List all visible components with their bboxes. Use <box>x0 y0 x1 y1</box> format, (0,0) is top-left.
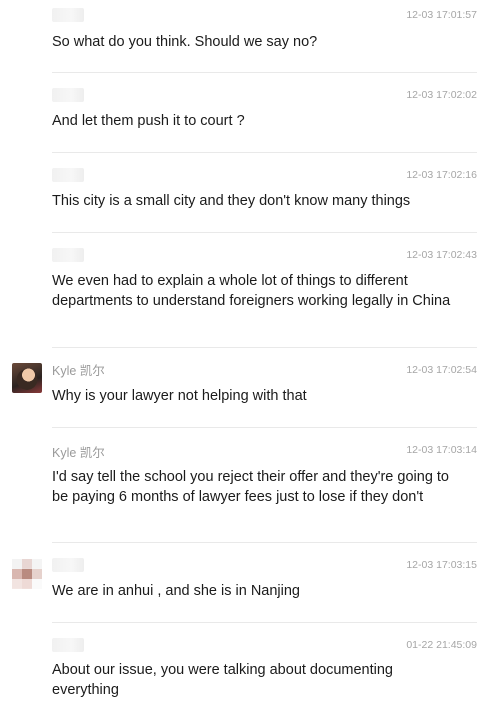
message-item: 12-03 17:02:16 This city is a small city… <box>0 160 491 232</box>
message-divider <box>52 152 477 153</box>
sender-name-redacted <box>52 168 84 182</box>
sender-name-redacted <box>52 248 84 262</box>
message-divider <box>52 347 477 348</box>
message-item: 12-03 17:01:57 So what do you think. Sho… <box>0 0 491 72</box>
sender-name[interactable]: Kyle 凯尔 <box>52 363 105 379</box>
message-text: We are in anhui , and she is in Nanjing <box>52 583 300 599</box>
message-item: 12-03 17:03:15 We are in anhui , and she… <box>0 550 491 622</box>
message-divider <box>52 622 477 623</box>
message-divider <box>52 427 477 428</box>
message-text: We even had to explain a whole lot of th… <box>52 273 451 309</box>
message-timestamp: 12-03 17:02:16 <box>406 169 477 181</box>
message-text: Why is your lawyer not helping with that <box>52 388 307 404</box>
message-item: Kyle 凯尔 12-03 17:02:54 Why is your lawye… <box>0 355 491 427</box>
sender-name-redacted <box>52 638 84 652</box>
message-divider <box>52 542 477 543</box>
message-item: Kyle 凯尔 12-03 17:03:14 I'd say tell the … <box>0 435 491 542</box>
message-text: This city is a small city and they don't… <box>52 193 411 209</box>
message-timestamp: 12-03 17:03:14 <box>406 444 477 456</box>
message-timestamp: 12-03 17:02:02 <box>406 89 477 101</box>
sender-name-redacted <box>52 558 84 572</box>
avatar[interactable] <box>12 559 42 589</box>
message-divider <box>52 232 477 233</box>
message-item: 12-03 17:02:43 We even had to explain a … <box>0 240 491 347</box>
message-item: 12-03 17:02:02 And let them push it to c… <box>0 80 491 152</box>
message-text: So what do you think. Should we say no? <box>52 34 318 50</box>
message-text: About our issue, you were talking about … <box>52 662 393 698</box>
message-text: I'd say tell the school you reject their… <box>52 469 450 505</box>
message-item: 01-22 21:45:09 About our issue, you were… <box>0 630 491 702</box>
message-divider <box>52 72 477 73</box>
message-timestamp: 12-03 17:03:15 <box>406 559 477 571</box>
chat-history: 12-03 17:01:57 So what do you think. Sho… <box>0 0 491 702</box>
message-timestamp: 12-03 17:01:57 <box>406 9 477 21</box>
avatar[interactable] <box>12 363 42 393</box>
message-timestamp: 12-03 17:02:54 <box>406 364 477 376</box>
sender-name-redacted <box>52 8 84 22</box>
sender-name[interactable]: Kyle 凯尔 <box>52 445 105 461</box>
message-text: And let them push it to court ? <box>52 113 245 129</box>
sender-name-redacted <box>52 88 84 102</box>
message-timestamp: 12-03 17:02:43 <box>406 249 477 261</box>
message-timestamp: 01-22 21:45:09 <box>406 639 477 651</box>
